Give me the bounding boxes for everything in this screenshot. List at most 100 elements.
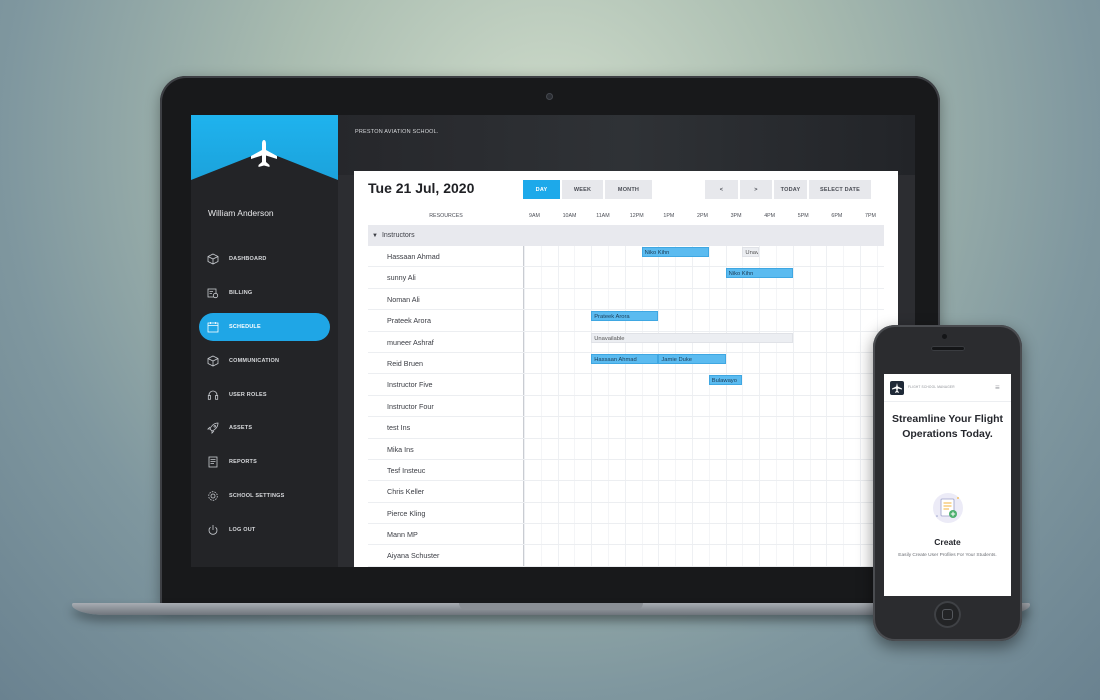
schedule-date-title: Tue 21 Jul, 2020 <box>368 180 475 196</box>
sidebar-item-communication[interactable]: COMMUNICATION <box>199 347 330 375</box>
phone-headline: Streamline Your Flight Operations Today. <box>891 413 1004 440</box>
booking-event[interactable]: Hassaan Ahmad <box>591 353 659 364</box>
report-icon <box>208 456 218 468</box>
schedule-panel: Tue 21 Jul, 2020 DAY WEEK MONTH < > TODA… <box>354 171 898 567</box>
booking-event[interactable]: Bulawayo <box>708 375 743 386</box>
tab-week[interactable]: WEEK <box>562 180 603 199</box>
sidebar-item-label: COMMUNICATION <box>229 357 280 364</box>
sidebar-item-label: DASHBOARD <box>229 256 267 262</box>
group-row-instructors[interactable]: ▼ Instructors <box>368 225 884 246</box>
next-day-button[interactable]: > <box>740 180 772 199</box>
resource-name: Pierce Kling <box>387 508 426 518</box>
resource-row[interactable]: Mann MP <box>368 524 884 546</box>
time-label: 2PM <box>697 213 708 219</box>
today-button[interactable]: TODAY <box>774 180 807 199</box>
sidebar-item-dashboard[interactable]: DASHBOARD <box>199 245 330 273</box>
phone-brand: FLIGHT SCHOOL MANAGER <box>908 385 955 389</box>
time-label: 4PM <box>764 213 776 219</box>
time-label: 10AM <box>562 213 577 219</box>
prev-day-button[interactable]: < <box>705 180 738 199</box>
resource-name: Instructor Four <box>387 401 434 411</box>
hamburger-icon[interactable]: ≡ <box>995 383 1000 392</box>
sidebar-item-label: LOG OUT <box>229 527 256 534</box>
sidebar-item-user-roles[interactable]: USER ROLES <box>199 381 330 409</box>
resource-row[interactable]: Prateek Arora Prateek Arora <box>368 310 884 332</box>
power-icon <box>208 525 218 535</box>
resource-row[interactable]: Instructor Four <box>368 395 884 418</box>
sidebar-item-assets[interactable]: ASSETS <box>199 414 330 442</box>
resource-rows: Hassaan Ahmad Niko Kihn Unav sunny Ali Niko … <box>368 246 884 567</box>
feature-description: Easily Create User Profiles For Your Stu… <box>898 553 997 558</box>
communication-icon <box>207 355 219 367</box>
tab-day[interactable]: DAY <box>523 180 560 199</box>
resource-row[interactable]: Hassaan Ahmad Niko Kihn Unav <box>368 246 884 268</box>
date-navigation: < > TODAY SELECT DATE <box>705 180 871 199</box>
phone-header: FLIGHT SCHOOL MANAGER ≡ <box>884 374 1011 402</box>
top-bar: PRESTON AVIATION SCHOOL. <box>338 115 915 175</box>
resource-row[interactable]: test Ins <box>368 417 884 439</box>
phone-speaker <box>931 346 965 351</box>
rocket-icon <box>207 423 219 435</box>
resource-name: Mann MP <box>387 530 418 540</box>
laptop-screen: William Anderson DASHBOARD BILLING SCHED… <box>191 115 915 567</box>
resource-name: Reid Bruen <box>387 358 423 368</box>
create-profile-icon <box>933 493 963 523</box>
resource-name: Tesf Insteuc <box>387 465 426 475</box>
unavailable-block[interactable]: Unav <box>742 247 760 257</box>
phone-logo-icon[interactable] <box>890 381 904 395</box>
resource-name: Instructor Five <box>387 380 433 390</box>
group-label: Instructors <box>381 232 415 239</box>
sidebar-item-label: BILLING <box>229 289 253 296</box>
sidebar-item-billing[interactable]: BILLING <box>199 279 330 307</box>
sidebar-item-label: REPORTS <box>229 459 257 466</box>
time-label: 5PM <box>797 213 809 219</box>
calendar-icon <box>207 321 219 333</box>
sidebar-item-label: SCHEDULE <box>229 323 261 330</box>
gear-icon <box>208 491 218 501</box>
user-name[interactable]: William Anderson <box>208 208 274 218</box>
select-date-button[interactable]: SELECT DATE <box>809 180 871 199</box>
resource-row[interactable]: Pierce Kling <box>368 502 884 525</box>
time-label: 11AM <box>596 213 610 219</box>
feature-title: Create <box>934 537 961 547</box>
resource-row[interactable]: Instructor Five Bulawayo <box>368 374 884 396</box>
tab-month[interactable]: MONTH <box>605 180 652 199</box>
school-name: PRESTON AVIATION SCHOOL. <box>355 129 439 135</box>
sidebar-item-school-settings[interactable]: SCHOOL SETTINGS <box>199 482 330 510</box>
resource-row[interactable]: sunny Ali Niko Kihn <box>368 267 884 289</box>
resource-row[interactable]: Reid Bruen Hassaan Ahmad Jamie Duke <box>368 352 884 375</box>
booking-event[interactable]: Prateek Arora <box>591 311 659 322</box>
sidebar-item-schedule[interactable]: SCHEDULE <box>199 312 330 341</box>
resource-name: test Ins <box>387 423 411 433</box>
time-label: 6PM <box>831 213 843 219</box>
sidebar-item-label: ASSETS <box>229 425 253 432</box>
caret-down-icon[interactable]: ▼ <box>372 233 378 239</box>
sidebar-logo-header <box>191 115 338 193</box>
resource-name: sunny Ali <box>387 273 416 283</box>
time-label: 1PM <box>663 213 675 219</box>
time-label: 3PM <box>730 213 742 219</box>
sidebar-item-log-out[interactable]: LOG OUT <box>199 516 330 544</box>
resource-name: muneer Ashraf <box>387 337 434 347</box>
resource-row[interactable]: Aiyana Schuster <box>368 545 884 567</box>
resource-row[interactable]: Chris Keller <box>368 481 884 503</box>
resource-row[interactable]: Noman Ali <box>368 288 884 311</box>
sidebar-item-label: SCHOOL SETTINGS <box>229 493 285 500</box>
schedule-header: RESOURCES 9AM 10AM 11AM 12PM 1PM 2PM 3PM 4PM 5PM… <box>368 211 884 223</box>
sidebar-item-reports[interactable]: REPORTS <box>199 448 330 476</box>
resource-row[interactable]: muneer Ashraf Unavailable <box>368 331 884 353</box>
booking-event[interactable]: Jamie Duke <box>658 353 726 364</box>
time-label: 7PM <box>865 213 876 219</box>
booking-event[interactable]: Niko Kihn <box>725 268 793 279</box>
resource-row[interactable]: Mika Ins <box>368 438 884 460</box>
resource-row[interactable]: Tesf Insteuc <box>368 459 884 482</box>
resource-name: Mika Ins <box>387 444 414 454</box>
resource-name: Aiyana Schuster <box>387 551 440 561</box>
booking-event[interactable]: Niko Kihn <box>641 247 709 257</box>
unavailable-block[interactable]: Unavailable <box>591 332 793 343</box>
schedule-grid: ▼ Instructors Hassaan Ahmad Niko Kihn Unav… <box>368 225 884 567</box>
airplane-logo-icon[interactable] <box>249 139 279 169</box>
resource-name: Chris Keller <box>387 487 425 497</box>
home-square-icon <box>942 609 953 620</box>
resource-name: Hassaan Ahmad <box>387 252 440 261</box>
